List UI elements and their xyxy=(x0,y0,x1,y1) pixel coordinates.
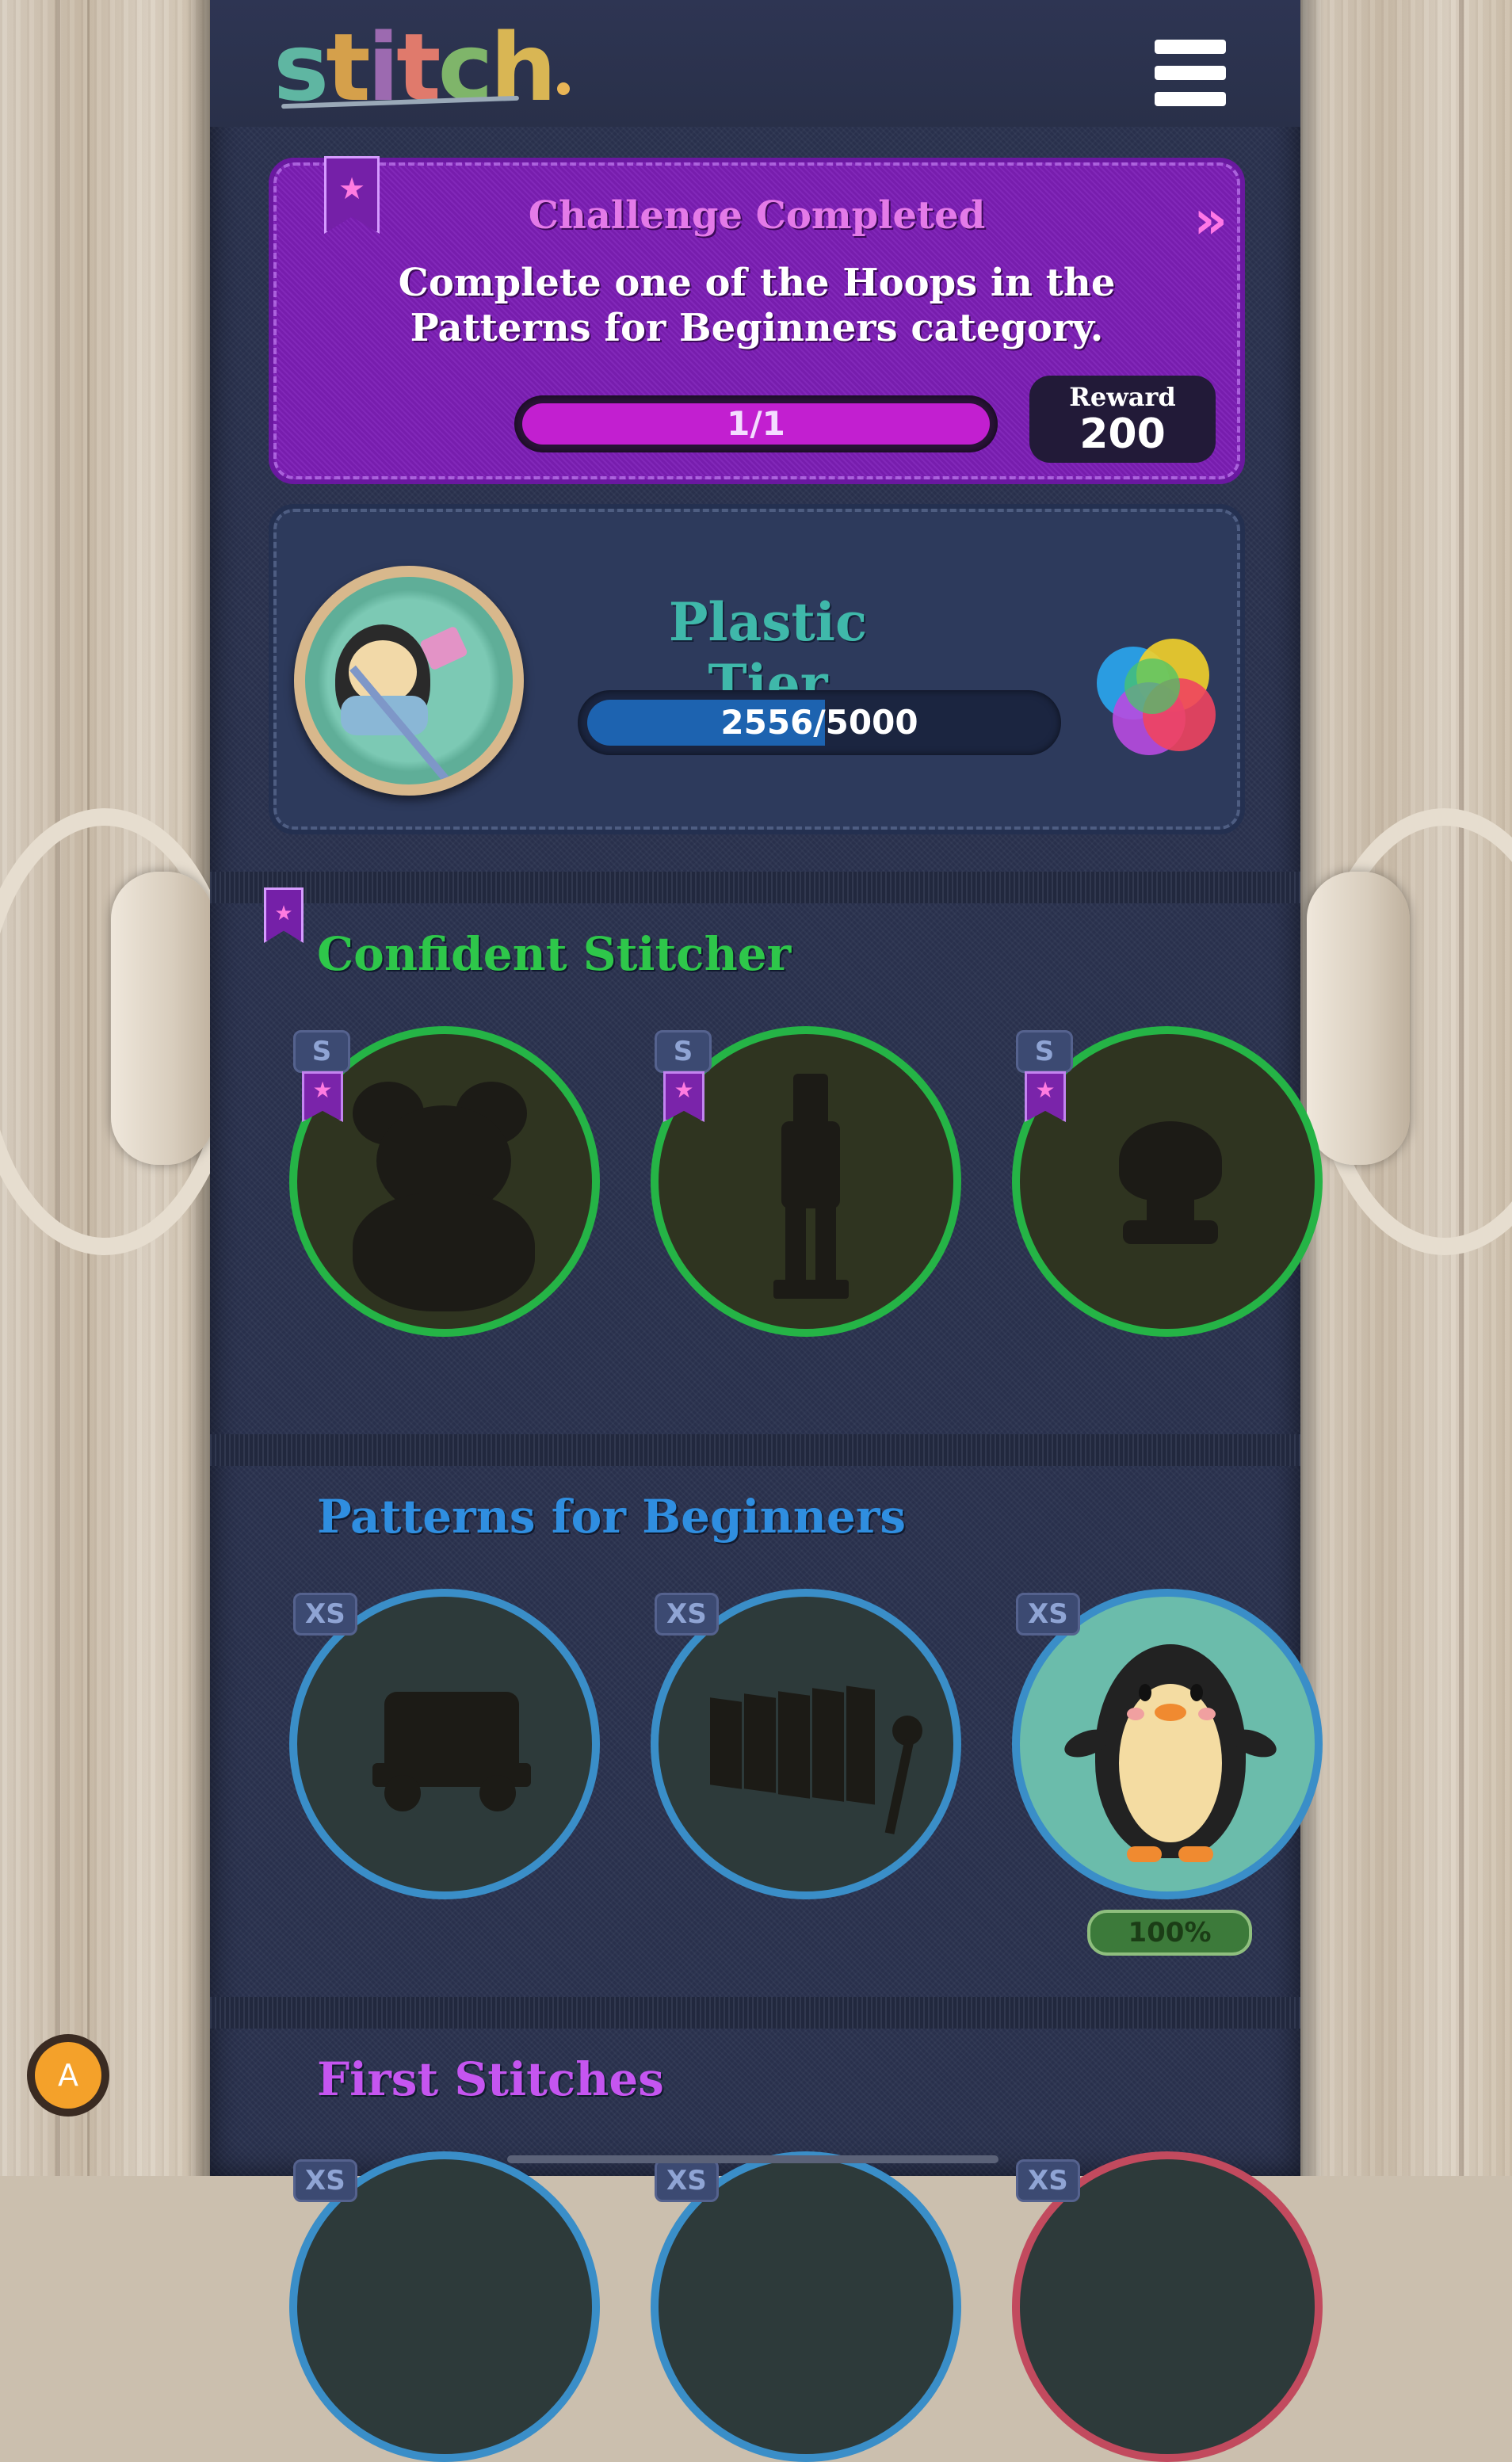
size-tag: S xyxy=(655,1030,712,1073)
section-title: Confident Stitcher xyxy=(317,927,792,981)
size-tag: XS xyxy=(293,2159,357,2202)
challenge-title: Challenge Completed xyxy=(528,193,986,238)
reward-label: Reward xyxy=(1069,382,1176,412)
section-confident-stitcher: ★ Confident Stitcher S ★ S ★ S ★ xyxy=(210,872,1323,1450)
challenge-description: Complete one of the Hoops in the Pattern… xyxy=(398,261,1116,350)
reward-value: 200 xyxy=(1079,410,1166,458)
challenge-card[interactable]: ★ Challenge Completed » Complete one of … xyxy=(269,156,1245,484)
tier-progress-bar: 2556/5000 xyxy=(578,690,1061,755)
section-title: Patterns for Beginners xyxy=(317,1490,907,1544)
tier-card[interactable]: Plastic Tier 2556/5000 xyxy=(269,504,1245,834)
size-tag: XS xyxy=(293,1593,357,1636)
size-tag: XS xyxy=(1016,2159,1080,2202)
tier-orb-icon xyxy=(1097,639,1224,765)
avatar-initial: A xyxy=(35,2042,101,2109)
right-wood-panel xyxy=(1300,0,1512,2176)
hamburger-menu-icon[interactable] xyxy=(1155,40,1226,106)
hoop-clamp-right xyxy=(1307,872,1410,1165)
star-icon: ★ xyxy=(274,902,293,926)
size-tag: XS xyxy=(655,1593,719,1636)
completion-percent-badge: 100% xyxy=(1087,1910,1252,1956)
main-content-column: stitch ★ Challenge Completed » Complete … xyxy=(210,0,1323,2462)
section-title: First Stitches xyxy=(317,2052,664,2106)
star-icon: ★ xyxy=(312,1077,333,1103)
stitch-logo: stitch xyxy=(273,16,570,119)
horizontal-scrollbar[interactable] xyxy=(507,2155,998,2163)
tier-progress-label: 2556/5000 xyxy=(720,703,918,742)
star-icon: ★ xyxy=(674,1077,694,1103)
size-tag: XS xyxy=(655,2159,719,2202)
size-tag: S xyxy=(1016,1030,1073,1073)
top-bar: stitch xyxy=(210,0,1300,127)
section-patterns-for-beginners: Patterns for Beginners XS XS XS 100% xyxy=(210,1434,1323,2005)
section-ribbon: ★ xyxy=(264,887,304,943)
left-wood-panel xyxy=(0,0,241,2176)
star-icon: ★ xyxy=(1035,1077,1056,1103)
double-chevron-right-icon[interactable]: » xyxy=(1193,189,1227,250)
hoop-clamp-left xyxy=(111,872,214,1165)
size-tag: S xyxy=(293,1030,350,1073)
section-first-stitches: First Stitches XS XS XS xyxy=(210,1997,1323,2462)
user-avatar-button[interactable]: A xyxy=(27,2034,109,2117)
challenge-progress-bar: 1/1 xyxy=(514,395,998,452)
size-tag: XS xyxy=(1016,1593,1080,1636)
reward-box: Reward 200 xyxy=(1029,376,1216,463)
challenge-progress-label: 1/1 xyxy=(727,404,785,443)
penguin-avatar-icon xyxy=(294,566,524,796)
